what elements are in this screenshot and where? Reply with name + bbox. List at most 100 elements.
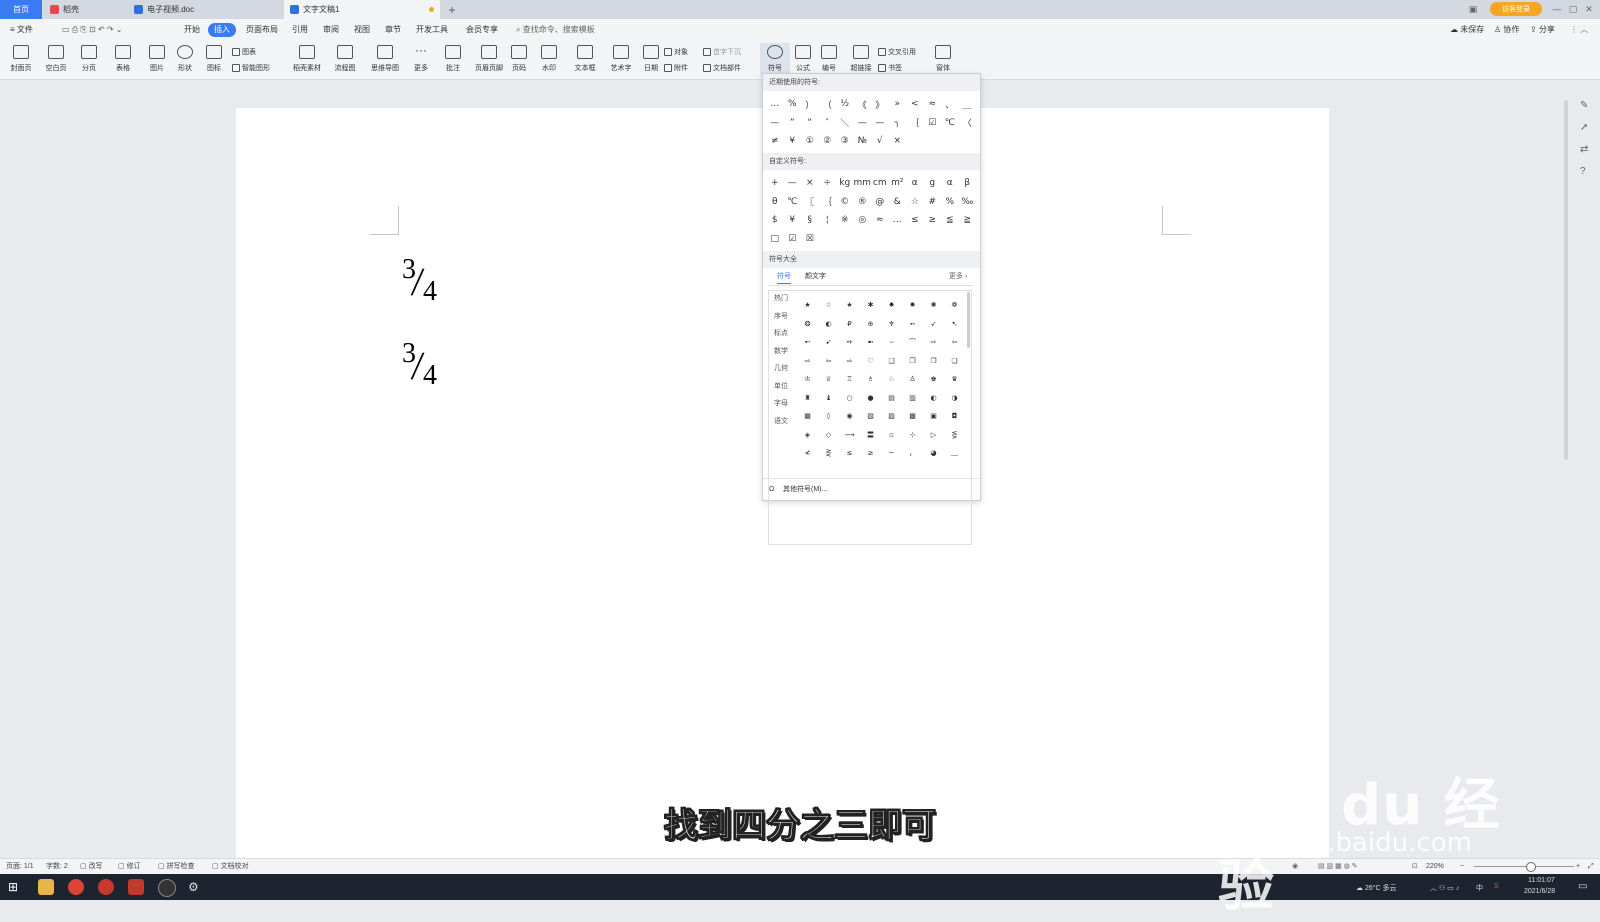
symbol-cell[interactable]: ♙: [902, 370, 923, 389]
symbol-cell[interactable]: ⊕: [860, 315, 881, 334]
symbol-cell[interactable]: ◘: [944, 407, 965, 426]
adjust-icon[interactable]: ⇄: [1580, 144, 1588, 155]
browser-icon[interactable]: [98, 879, 114, 895]
command-search[interactable]: ⌕ 查找命令、搜索模板: [512, 23, 599, 37]
symbol-cell[interactable]: ℃: [784, 193, 802, 212]
chart-button[interactable]: 图表: [232, 46, 256, 58]
tab-emoticons[interactable]: 颜文字: [805, 271, 826, 283]
word-count[interactable]: 字数: 2: [46, 861, 68, 873]
help-icon[interactable]: ?: [1580, 166, 1586, 177]
menu-chapter[interactable]: 章节: [381, 23, 405, 37]
category-math[interactable]: 数学: [769, 346, 793, 356]
symbol-cell[interactable]: ➺: [839, 333, 860, 352]
symbol-cell[interactable]: ”: [784, 114, 802, 133]
daoke-material-button[interactable]: 稻壳素材: [292, 43, 322, 77]
symbol-cell[interactable]: 〖: [801, 193, 819, 212]
symbol-cell[interactable]: ③: [836, 132, 854, 151]
page-number-button[interactable]: 页码: [504, 43, 534, 77]
symbol-cell[interactable]: ➻: [902, 315, 923, 334]
comment-button[interactable]: 批注: [438, 43, 468, 77]
symbol-cell[interactable]: ，: [902, 444, 923, 463]
symbol-cell[interactable]: ✹: [902, 296, 923, 315]
symbol-cell[interactable]: ❒: [902, 352, 923, 371]
symbol-cell[interactable]: ≮: [797, 444, 818, 463]
symbol-cell[interactable]: ⇦: [818, 352, 839, 371]
wordart-button[interactable]: 艺术字: [606, 43, 636, 77]
tab-symbols[interactable]: 符号: [777, 271, 791, 284]
symbol-cell[interactable]: m²: [889, 174, 907, 193]
symbol-cell[interactable]: ☑: [924, 114, 942, 133]
symbol-cell[interactable]: α: [906, 174, 924, 193]
symbol-cell[interactable]: +: [766, 174, 784, 193]
edit-pen-icon[interactable]: ✎: [1580, 100, 1588, 111]
symbol-cell[interactable]: ➶: [923, 315, 944, 334]
more-symbols-link[interactable]: 更多 ›: [949, 271, 967, 283]
symbol-cell[interactable]: ×: [801, 174, 819, 193]
symbol-cell[interactable]: ≧: [959, 211, 977, 230]
symbol-cell[interactable]: ⌣: [881, 333, 902, 352]
obs-icon[interactable]: [158, 879, 176, 897]
symbol-cell[interactable]: ×: [889, 132, 907, 151]
page-break-button[interactable]: 分页: [74, 43, 104, 77]
symbol-cell[interactable]: ♘: [881, 370, 902, 389]
symbol-cell[interactable]: ＿: [959, 95, 977, 114]
symbol-cell[interactable]: ♆: [881, 315, 902, 334]
collab-button[interactable]: ♙ 协作: [1490, 23, 1523, 37]
spell-check-toggle[interactable]: ▢ 拼写检查: [158, 861, 195, 873]
symbol-cell[interactable]: （: [819, 95, 837, 114]
menu-references[interactable]: 引用: [288, 23, 312, 37]
fullscreen-icon[interactable]: ⤢: [1588, 861, 1594, 873]
symbol-cell[interactable]: ②: [819, 132, 837, 151]
symbol-cell[interactable]: □: [766, 230, 784, 249]
category-punctuation[interactable]: 标点: [769, 328, 793, 338]
symbol-cell[interactable]: ≠: [766, 132, 784, 151]
symbol-cell[interactable]: ❂: [797, 315, 818, 334]
symbol-cell[interactable]: &: [889, 193, 907, 212]
symbol-cell[interactable]: ＼: [836, 114, 854, 133]
symbol-cell[interactable]: ☆: [818, 296, 839, 315]
symbol-cell[interactable]: α: [941, 174, 959, 193]
symbol-cell[interactable]: ✸: [881, 296, 902, 315]
symbol-cell[interactable]: 〓: [860, 426, 881, 445]
symbol-cell[interactable]: $: [766, 211, 784, 230]
symbol-cell[interactable]: ❐: [923, 352, 944, 371]
symbol-cell[interactable]: ⊹: [902, 426, 923, 445]
flowchart-button[interactable]: 流程图: [330, 43, 360, 77]
symbol-cell[interactable]: ▨: [881, 407, 902, 426]
tab-home[interactable]: 首页: [0, 0, 42, 19]
symbol-cell[interactable]: ➹: [818, 333, 839, 352]
symbol-cell[interactable]: —: [766, 114, 784, 133]
symbol-cell[interactable]: β: [959, 174, 977, 193]
doc-part-button[interactable]: 文档部件: [703, 62, 741, 74]
textbox-button[interactable]: 文本框: [570, 43, 600, 77]
cross-reference-button[interactable]: 交叉引用: [878, 46, 916, 58]
symbol-cell[interactable]: ♡: [860, 352, 881, 371]
smart-graphic-button[interactable]: 智能图形: [232, 62, 270, 74]
category-units[interactable]: 单位: [769, 381, 793, 391]
menu-review[interactable]: 审阅: [319, 23, 343, 37]
symbol-cell[interactable]: ⇨: [797, 352, 818, 371]
symbol-cell[interactable]: ⇨: [923, 333, 944, 352]
symbol-cell[interactable]: ♖: [839, 370, 860, 389]
symbol-button[interactable]: 符号: [760, 43, 790, 77]
symbol-cell[interactable]: ❏: [944, 352, 965, 371]
symbol-cell[interactable]: ●: [860, 389, 881, 408]
symbol-cell[interactable]: ⋚: [944, 426, 965, 445]
symbol-cell[interactable]: 、: [941, 95, 959, 114]
unsaved-status[interactable]: ☁ 未保存: [1446, 23, 1488, 37]
symbol-cell[interactable]: ﹏: [944, 444, 965, 463]
symbol-cell[interactable]: ₽: [839, 315, 860, 334]
picture-button[interactable]: 图片: [142, 43, 172, 77]
symbol-cell[interactable]: ½: [836, 95, 854, 114]
category-sequence[interactable]: 序号: [769, 311, 793, 321]
symbol-cell[interactable]: ★: [797, 296, 818, 315]
symbol-cell[interactable]: ◇: [818, 426, 839, 445]
fraction-three-quarters-2[interactable]: 3 / 4: [402, 338, 442, 394]
menu-dev-tools[interactable]: 开发工具: [412, 23, 452, 37]
tab-document-active[interactable]: 文字文稿1: [284, 0, 440, 19]
symbol-cell[interactable]: ❁: [944, 296, 965, 315]
symbol-cell[interactable]: —: [871, 114, 889, 133]
symbol-cell[interactable]: ♚: [923, 370, 944, 389]
symbol-cell[interactable]: ℃: [941, 114, 959, 133]
symbol-cell[interactable]: ♗: [860, 370, 881, 389]
